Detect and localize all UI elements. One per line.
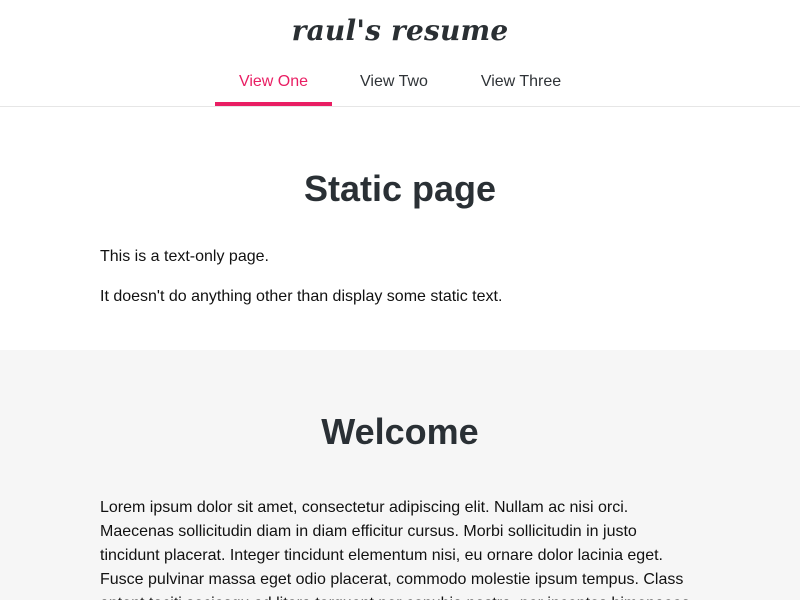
tab-view-one[interactable]: View One xyxy=(215,62,332,106)
welcome-copy: Lorem ipsum dolor sit amet, consectetur … xyxy=(100,496,700,600)
static-page-copy: This is a text-only page. It doesn't do … xyxy=(100,245,700,309)
main-content: Static page This is a text-only page. It… xyxy=(0,107,800,600)
site-title: raul's resume xyxy=(291,14,509,47)
welcome-title: Welcome xyxy=(321,411,479,452)
welcome-paragraph: Lorem ipsum dolor sit amet, consectetur … xyxy=(100,499,694,600)
view-tabs: View One View Two View Three xyxy=(215,62,586,106)
static-page-title: Static page xyxy=(303,168,497,209)
tab-view-two[interactable]: View Two xyxy=(332,62,456,106)
static-paragraph-2: It doesn't do anything other than displa… xyxy=(100,288,503,305)
static-page-section: Static page This is a text-only page. It… xyxy=(0,107,800,350)
site-header: raul's resume View One View Two View Thr… xyxy=(0,0,800,107)
static-paragraph-1: This is a text-only page. xyxy=(100,248,269,265)
tab-view-three[interactable]: View Three xyxy=(456,62,586,106)
welcome-section: Welcome Lorem ipsum dolor sit amet, cons… xyxy=(0,350,800,600)
